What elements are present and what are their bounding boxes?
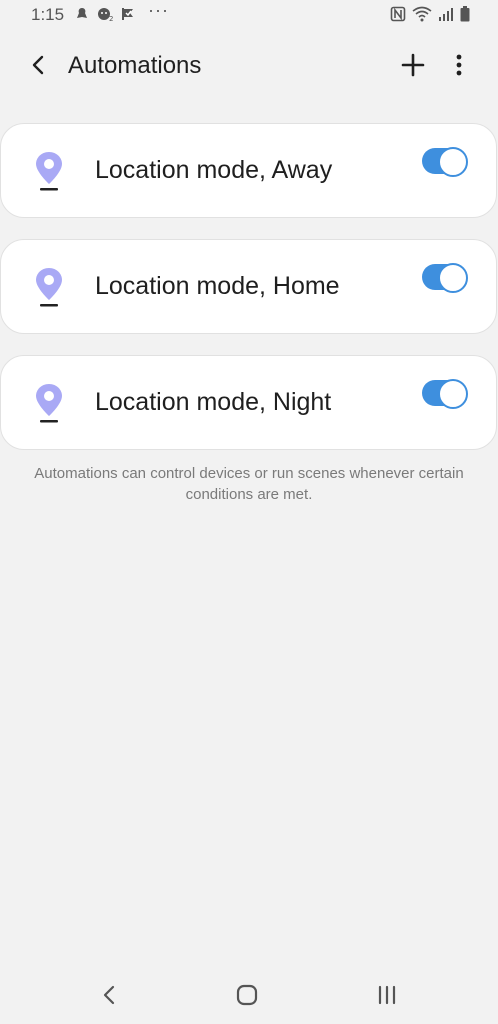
page-title: Automations [68,52,202,79]
automation-card-away[interactable]: Location mode, Away [0,123,497,218]
automations-description: Automations can control devices or run s… [34,465,464,503]
battery-icon [460,6,470,27]
face-icon: 2 [96,6,114,22]
automation-label: Location mode, Night [95,388,332,416]
check-flag-icon [120,6,136,22]
nav-recents-button[interactable] [367,980,407,1010]
automation-label: Location mode, Home [95,272,340,300]
svg-text:2: 2 [109,15,113,22]
toggle-knob [438,147,468,177]
automation-card-night[interactable]: Location mode, Night [0,355,497,450]
location-pin-icon [36,384,62,423]
system-nav-bar [0,970,498,1024]
wifi-icon [412,6,432,27]
back-button[interactable] [22,48,56,82]
location-pin-icon [36,268,62,307]
more-notifications-indicator: ··· [148,0,169,20]
app-bar: Automations [0,40,498,92]
nav-home-button[interactable] [227,980,267,1010]
automation-toggle[interactable] [422,263,468,293]
automation-card-home[interactable]: Location mode, Home [0,239,497,334]
automation-toggle[interactable] [422,147,468,177]
back-icon [103,985,115,1005]
notification-icon [74,6,90,22]
chevron-left-icon [32,55,44,75]
signal-icon [438,6,454,27]
nav-back-button[interactable] [89,980,129,1010]
recents-icon [378,985,396,1005]
nfc-icon [390,6,406,27]
status-time: 1:15 [31,5,65,24]
toggle-knob [438,263,468,293]
home-icon [236,984,258,1006]
add-automation-button[interactable] [396,48,430,82]
more-options-button[interactable] [444,48,474,82]
automation-label: Location mode, Away [95,156,333,184]
location-pin-icon [36,152,62,191]
status-bar: 1:15 2 ··· [0,0,498,30]
automation-toggle[interactable] [422,379,468,409]
system-icons [390,6,470,27]
more-vertical-icon [456,54,462,76]
plus-icon [401,53,425,77]
notification-icons: 2 [74,6,136,22]
toggle-knob [438,379,468,409]
